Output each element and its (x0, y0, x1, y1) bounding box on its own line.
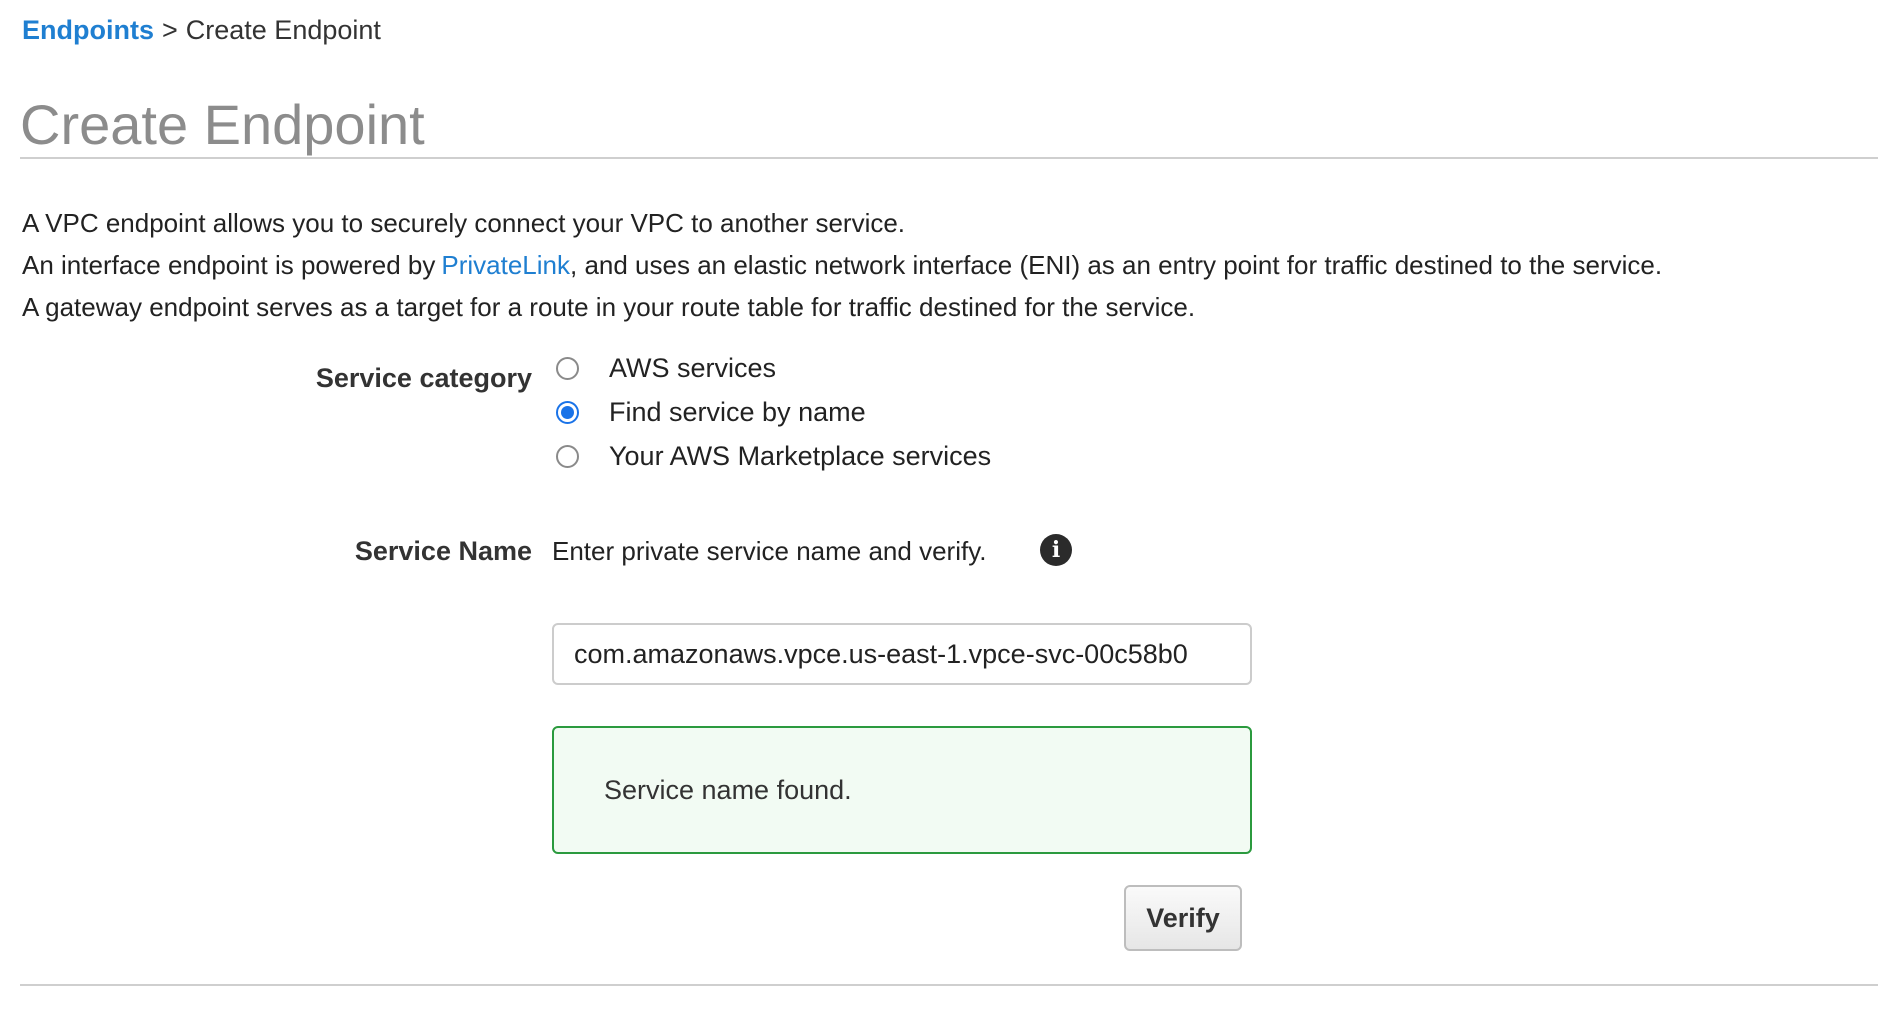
title-divider (20, 157, 1878, 159)
service-category-radio-group: AWS services Find service by name Your A… (556, 346, 991, 478)
verify-button[interactable]: Verify (1124, 885, 1242, 951)
radio-label: Your AWS Marketplace services (609, 440, 992, 471)
radio-button[interactable] (556, 444, 579, 468)
radio-aws-services[interactable]: AWS services (556, 346, 991, 390)
breadcrumb-current: Create Endpoint (185, 15, 381, 45)
breadcrumb-separator: > (161, 15, 178, 45)
description-line-2: An interface endpoint is powered by Priva… (22, 244, 1662, 286)
breadcrumb-endpoints-link[interactable]: Endpoints (22, 15, 154, 45)
service-name-label: Service Name (354, 536, 532, 566)
description-line-3: A gateway endpoint serves as a target fo… (22, 292, 1196, 322)
info-icon[interactable]: i (1040, 534, 1072, 566)
service-found-message: Service name found. (604, 775, 852, 805)
description-line-2-prefix: An interface endpoint is powered by (22, 250, 436, 280)
bottom-divider (20, 984, 1878, 986)
radio-marketplace-services[interactable]: Your AWS Marketplace services (556, 434, 991, 478)
service-found-alert: Service name found. (552, 726, 1252, 854)
privatelink-link[interactable]: PrivateLink (441, 250, 570, 280)
page-title: Create Endpoint (20, 93, 425, 156)
description: A VPC endpoint allows you to securely co… (22, 202, 1662, 328)
radio-button[interactable] (556, 356, 579, 380)
description-line-1: A VPC endpoint allows you to securely co… (22, 208, 906, 238)
service-category-label: Service category (315, 363, 532, 393)
service-name-hint: Enter private service name and verify. (552, 536, 987, 566)
radio-find-service-by-name[interactable]: Find service by name (556, 390, 991, 434)
description-line-2-suffix: , and uses an elastic network interface … (570, 250, 1663, 280)
breadcrumb: Endpoints > Create Endpoint (22, 12, 381, 48)
radio-label: AWS services (609, 352, 777, 383)
service-name-input[interactable] (552, 623, 1252, 685)
radio-button-selected[interactable] (556, 400, 579, 424)
radio-label: Find service by name (609, 396, 866, 427)
